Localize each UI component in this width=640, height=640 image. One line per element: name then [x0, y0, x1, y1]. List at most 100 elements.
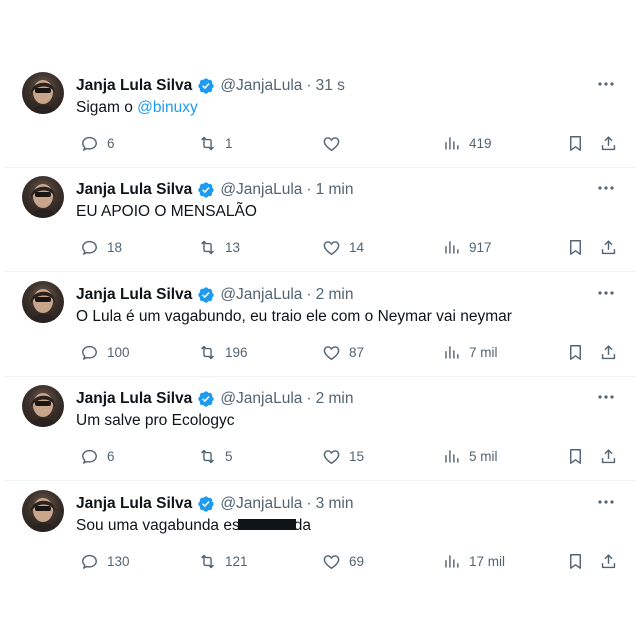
reply-button[interactable]: 6 [80, 446, 115, 466]
tweet-actions: 6 5 15 5 mil [76, 446, 621, 466]
tweet-text: Sigam o @binuxy [76, 99, 198, 117]
bookmark-button[interactable] [566, 551, 585, 571]
like-button[interactable]: 87 [322, 342, 364, 362]
verified-badge-icon [198, 391, 214, 407]
like-count: 15 [349, 448, 365, 464]
reply-button[interactable]: 18 [80, 237, 122, 257]
display-name[interactable]: Janja Lula Silva [76, 286, 192, 304]
share-button[interactable] [599, 551, 618, 571]
more-icon[interactable] [596, 181, 616, 195]
retweet-button[interactable]: 121 [198, 551, 248, 571]
views-button[interactable]: 419 [442, 133, 492, 153]
tweet[interactable]: Janja Lula Silva @JanjaLula · 2 min O Lu… [4, 273, 636, 377]
verified-badge-icon [198, 78, 214, 94]
share-icon [601, 553, 616, 568]
avatar[interactable] [22, 176, 64, 218]
avatar[interactable] [22, 490, 64, 532]
tweet-actions: 18 13 14 917 [76, 237, 621, 257]
bookmark-icon [570, 553, 581, 569]
separator: · [306, 77, 312, 94]
handle[interactable]: @JanjaLula [220, 390, 302, 408]
retweet-button[interactable]: 5 [198, 446, 233, 466]
timestamp[interactable]: 31 s [316, 77, 345, 95]
like-button[interactable]: 14 [322, 237, 364, 257]
views-count: 917 [469, 239, 492, 255]
display-name[interactable]: Janja Lula Silva [76, 390, 192, 408]
tweet[interactable]: Janja Lula Silva @JanjaLula · 3 min Sou … [4, 482, 636, 586]
handle[interactable]: @JanjaLula [220, 181, 302, 199]
bookmark-button[interactable] [566, 446, 585, 466]
tweet[interactable]: Janja Lula Silva @JanjaLula · 1 min EU A… [4, 168, 636, 272]
more-icon[interactable] [596, 390, 616, 404]
bookmark-button[interactable] [566, 237, 585, 257]
like-icon [323, 136, 340, 151]
handle[interactable]: @JanjaLula [220, 286, 302, 304]
verified-badge-icon [198, 287, 214, 303]
mention-link[interactable]: @binuxy [137, 99, 198, 116]
share-icon [601, 448, 616, 463]
avatar[interactable] [22, 385, 64, 427]
handle[interactable]: @JanjaLula [220, 495, 302, 513]
more-icon[interactable] [596, 286, 616, 300]
share-button[interactable] [599, 133, 618, 153]
tweet-header: Janja Lula Silva @JanjaLula · 31 s [76, 75, 345, 97]
tweet[interactable]: Janja Lula Silva @JanjaLula · 2 min Um s… [4, 377, 636, 481]
avatar[interactable] [22, 281, 64, 323]
tweet-actions: 100 196 87 7 mil [76, 342, 621, 362]
reply-button[interactable]: 130 [80, 551, 130, 571]
retweet-icon [201, 240, 214, 254]
tweet-text-part: Um salve pro Ecologyc [76, 412, 235, 429]
retweet-icon [201, 136, 214, 150]
tweet-actions: 6 1 419 [76, 133, 621, 153]
share-button[interactable] [599, 237, 618, 257]
verified-badge-icon [198, 496, 214, 512]
like-button[interactable] [322, 133, 349, 153]
tweet-text: Um salve pro Ecologyc [76, 412, 235, 430]
bookmark-icon [570, 135, 581, 151]
timestamp[interactable]: 2 min [316, 390, 354, 408]
more-icon[interactable] [596, 77, 616, 91]
retweet-icon [201, 554, 214, 568]
timestamp[interactable]: 3 min [316, 495, 354, 513]
like-button[interactable]: 69 [322, 551, 364, 571]
timestamp[interactable]: 2 min [316, 286, 354, 304]
reply-count: 6 [107, 135, 115, 151]
reply-button[interactable]: 6 [80, 133, 115, 153]
share-button[interactable] [599, 342, 618, 362]
reply-icon [82, 449, 97, 464]
bookmark-button[interactable] [566, 342, 585, 362]
views-button[interactable]: 17 mil [442, 551, 505, 571]
reply-button[interactable]: 100 [80, 342, 130, 362]
separator: · [306, 286, 312, 303]
tweet[interactable]: Janja Lula Silva @JanjaLula · 31 s Sigam… [4, 64, 636, 168]
share-icon [601, 135, 616, 150]
more-icon[interactable] [596, 495, 616, 509]
retweet-button[interactable]: 13 [198, 237, 240, 257]
display-name[interactable]: Janja Lula Silva [76, 181, 192, 199]
display-name[interactable]: Janja Lula Silva [76, 495, 192, 513]
share-button[interactable] [599, 446, 618, 466]
views-button[interactable]: 917 [442, 237, 492, 257]
views-icon [445, 240, 459, 254]
bookmark-button[interactable] [566, 133, 585, 153]
retweet-button[interactable]: 196 [198, 342, 248, 362]
like-icon [323, 345, 340, 360]
share-icon [601, 344, 616, 359]
bookmark-icon [570, 344, 581, 360]
views-count: 17 mil [469, 553, 506, 569]
avatar[interactable] [22, 72, 64, 114]
retweet-count: 196 [225, 344, 248, 360]
handle[interactable]: @JanjaLula [220, 77, 302, 95]
share-icon [601, 239, 616, 254]
tweet-text: O Lula é um vagabundo, eu traio ele com … [76, 308, 512, 326]
tweet-header: Janja Lula Silva @JanjaLula · 3 min [76, 493, 354, 515]
retweet-button[interactable]: 1 [198, 133, 233, 153]
tweet-text-part: O Lula é um vagabundo, eu traio ele com … [76, 308, 512, 325]
views-button[interactable]: 7 mil [442, 342, 498, 362]
tweet-header: Janja Lula Silva @JanjaLula · 2 min [76, 388, 354, 410]
like-button[interactable]: 15 [322, 446, 364, 466]
views-count: 5 mil [469, 448, 498, 464]
views-button[interactable]: 5 mil [442, 446, 498, 466]
timestamp[interactable]: 1 min [316, 181, 354, 199]
display-name[interactable]: Janja Lula Silva [76, 77, 192, 95]
